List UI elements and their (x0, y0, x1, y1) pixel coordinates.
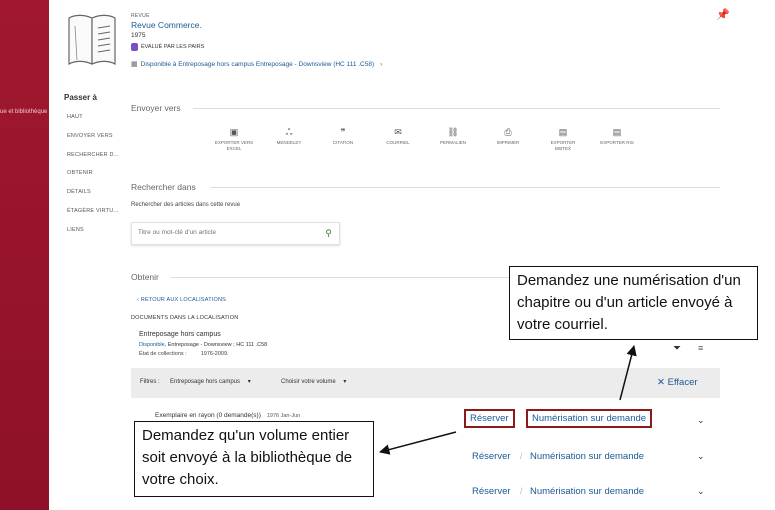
clear-filters-button[interactable]: ✕ Effacer (657, 377, 698, 388)
article-search-input[interactable] (138, 229, 308, 236)
filter-location-dropdown[interactable]: Entreposage hors campus ▾ (170, 378, 251, 385)
action-label: EXPORTER VERS EXCEL (214, 140, 254, 151)
holdings-label: État de collections : (139, 351, 187, 357)
chevron-right-icon: › (380, 60, 383, 68)
digitize-callout: Demandez une numérisation d'un chapitre … (509, 266, 758, 340)
mendeley-icon: ஃ (285, 127, 293, 137)
reserve-callout: Demandez qu'un volume entier soit envoyé… (134, 421, 374, 497)
action-label: EXPORTER RIS (600, 140, 634, 145)
holdings-value: 1976-2009. (200, 351, 229, 357)
sidebar-strip-text: ue et bibliothèque (0, 109, 48, 115)
clear-label: Effacer (667, 377, 698, 388)
chevron-down-icon[interactable]: ⌄ (697, 451, 705, 462)
record-year: 1975 (131, 32, 146, 39)
digitize-on-demand-button[interactable]: Numérisation sur demande (530, 486, 644, 497)
reserve-button[interactable]: Réserver (464, 409, 515, 428)
pin-icon[interactable]: 📌 (716, 8, 730, 21)
export-ris-action[interactable]: ▤ EXPORTER RIS (597, 127, 637, 146)
nav-item-obtain[interactable]: OBTENIR (67, 170, 93, 176)
export-bibtex-action[interactable]: ▤ EXPORTER BIBTEX (543, 127, 583, 152)
action-label: CITATION (332, 140, 354, 145)
filters-label: Filtres : (140, 379, 160, 385)
digitize-on-demand-button[interactable]: Numérisation sur demande (526, 409, 653, 428)
action-label: COURRIEL (386, 140, 410, 145)
nav-item-top[interactable]: HAUT (67, 114, 83, 120)
nav-item-virtual-shelf[interactable]: ÉTAGÈRE VIRTU... (67, 208, 119, 214)
search-in-title: Rechercher dans (131, 182, 196, 192)
location-icon: ▦ (131, 61, 138, 68)
item-date: 1976 Jan-Jun (266, 413, 301, 419)
filter-volume-value: Choisir votre volume (281, 379, 336, 385)
mendeley-action[interactable]: ஃ MENDELEY (269, 127, 309, 146)
email-action[interactable]: ✉ COURRIEL (378, 127, 418, 146)
record-title[interactable]: Revue Commerce. (131, 20, 202, 30)
book-icon (68, 14, 116, 66)
filter-clear-icon[interactable]: ⏷ (673, 343, 681, 354)
divider (210, 187, 720, 188)
excel-file-icon: ▣ (229, 127, 239, 137)
nav-item-links[interactable]: LIENS (67, 227, 84, 233)
print-action[interactable]: ⎙ IMPRIMER (488, 127, 528, 146)
filter-volume-dropdown[interactable]: Choisir votre volume ▾ (281, 378, 346, 385)
reserve-button[interactable]: Réserver (472, 486, 511, 497)
back-link-label: RETOUR AUX LOCALISATIONS (140, 297, 227, 303)
docs-in-location-label: DOCUMENTS DANS LA LOCALISATION (131, 315, 239, 321)
reserve-button[interactable]: Réserver (472, 451, 511, 462)
availability-link[interactable]: ▦ Disponible à Entreposage hors campus E… (131, 60, 383, 69)
action-label: MENDELEY (276, 140, 302, 145)
export-excel-action[interactable]: ▣ EXPORTER VERS EXCEL (214, 127, 254, 152)
action-label: EXPORTER BIBTEX (550, 140, 576, 151)
action-separator: / (520, 486, 523, 496)
back-to-locations-link[interactable]: ‹ RETOUR AUX LOCALISATIONS (137, 297, 226, 303)
availability-text: Disponible à Entreposage hors campus Ent… (140, 60, 375, 68)
peer-reviewed-label: ÉVALUÉ PAR LES PAIRS (141, 44, 205, 50)
item-label: Exemplaire en rayon (0 demande(s)) 1976 J… (155, 412, 300, 419)
left-sidebar-strip: ue et bibliothèque (0, 0, 49, 510)
permalink-action[interactable]: ⛓ PERMALIEN (433, 127, 473, 146)
jump-to-title: Passer à (64, 93, 97, 102)
envelope-icon: ✉ (394, 127, 402, 137)
nav-item-search-in[interactable]: RECHERCHER D... (67, 152, 119, 158)
chevron-down-icon[interactable]: ⌄ (697, 486, 705, 497)
link-icon: ⛓ (447, 127, 459, 137)
action-separator: / (520, 451, 523, 461)
item-status: Exemplaire en rayon (0 demande(s)) (155, 412, 261, 419)
location-rest: , Entreposage - Downsview ; HC 111 .C58 (164, 342, 268, 348)
caret-down-icon: ▾ (247, 379, 251, 385)
nav-item-details[interactable]: DÉTAILS (67, 189, 91, 195)
article-search-box: ⚲ (131, 222, 340, 245)
nav-item-send-to[interactable]: ENVOYER VERS (67, 133, 113, 139)
record-type: REVUE (131, 13, 150, 19)
location-available: Disponible (139, 342, 165, 348)
peer-reviewed-icon (131, 43, 138, 51)
action-label: PERMALIEN (439, 140, 466, 145)
holdings: État de collections : 1976-2009. (139, 351, 229, 357)
citation-action[interactable]: ❞ CITATION (323, 127, 363, 146)
action-label: IMPRIMER (496, 140, 520, 145)
chevron-down-icon[interactable]: ⌄ (697, 415, 705, 426)
printer-icon: ⎙ (504, 127, 512, 137)
search-icon[interactable]: ⚲ (325, 228, 332, 239)
search-in-description: Rechercher des articles dans cette revue (131, 202, 241, 208)
digitize-on-demand-button[interactable]: Numérisation sur demande (530, 451, 644, 462)
close-icon: ✕ (657, 377, 665, 388)
bibtex-file-icon: ▤ (558, 127, 568, 137)
send-to-title: Envoyer vers (131, 103, 181, 113)
caret-down-icon: ▾ (343, 379, 347, 385)
location-name: Entreposage hors campus (139, 331, 221, 338)
ris-file-icon: ▤ (612, 127, 622, 137)
filter-location-value: Entreposage hors campus (170, 379, 241, 385)
obtain-title: Obtenir (131, 272, 159, 282)
sort-icon[interactable]: ≡ (698, 343, 703, 353)
location-detail: Disponible, Entreposage - Downsview ; HC… (139, 342, 267, 348)
filter-bar: Filtres : Entreposage hors campus ▾ Choi… (131, 368, 720, 398)
divider (193, 108, 720, 109)
peer-reviewed-badge: ÉVALUÉ PAR LES PAIRS (131, 43, 204, 51)
quote-icon: ❞ (340, 127, 346, 137)
